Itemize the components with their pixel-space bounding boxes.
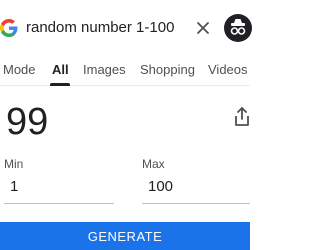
tab-images[interactable]: Images	[83, 61, 126, 79]
close-icon	[197, 22, 209, 34]
share-icon	[235, 107, 249, 126]
share-button[interactable]	[232, 106, 252, 128]
search-query[interactable]: random number 1-100	[26, 19, 174, 37]
max-label: Max	[142, 157, 165, 171]
min-label: Min	[4, 157, 24, 171]
incognito-icon	[230, 19, 246, 35]
min-underline	[4, 203, 114, 204]
max-input[interactable]	[148, 178, 248, 196]
tab-shopping[interactable]: Shopping	[140, 61, 195, 79]
tab-all[interactable]: All	[52, 61, 69, 79]
active-tab-indicator	[50, 83, 70, 86]
random-result: 99	[6, 101, 49, 143]
tab-mode[interactable]: Mode	[3, 61, 36, 79]
clear-search-button[interactable]	[192, 17, 214, 39]
search-bar[interactable]: random number 1-100	[0, 0, 252, 56]
max-underline	[142, 203, 250, 204]
min-input[interactable]	[10, 178, 110, 196]
generate-button[interactable]: GENERATE	[0, 222, 250, 250]
incognito-avatar[interactable]	[224, 14, 252, 42]
search-tabs: Mode All Images Shopping Videos	[0, 56, 250, 86]
tab-videos[interactable]: Videos	[208, 61, 248, 79]
google-g-icon	[0, 19, 18, 37]
